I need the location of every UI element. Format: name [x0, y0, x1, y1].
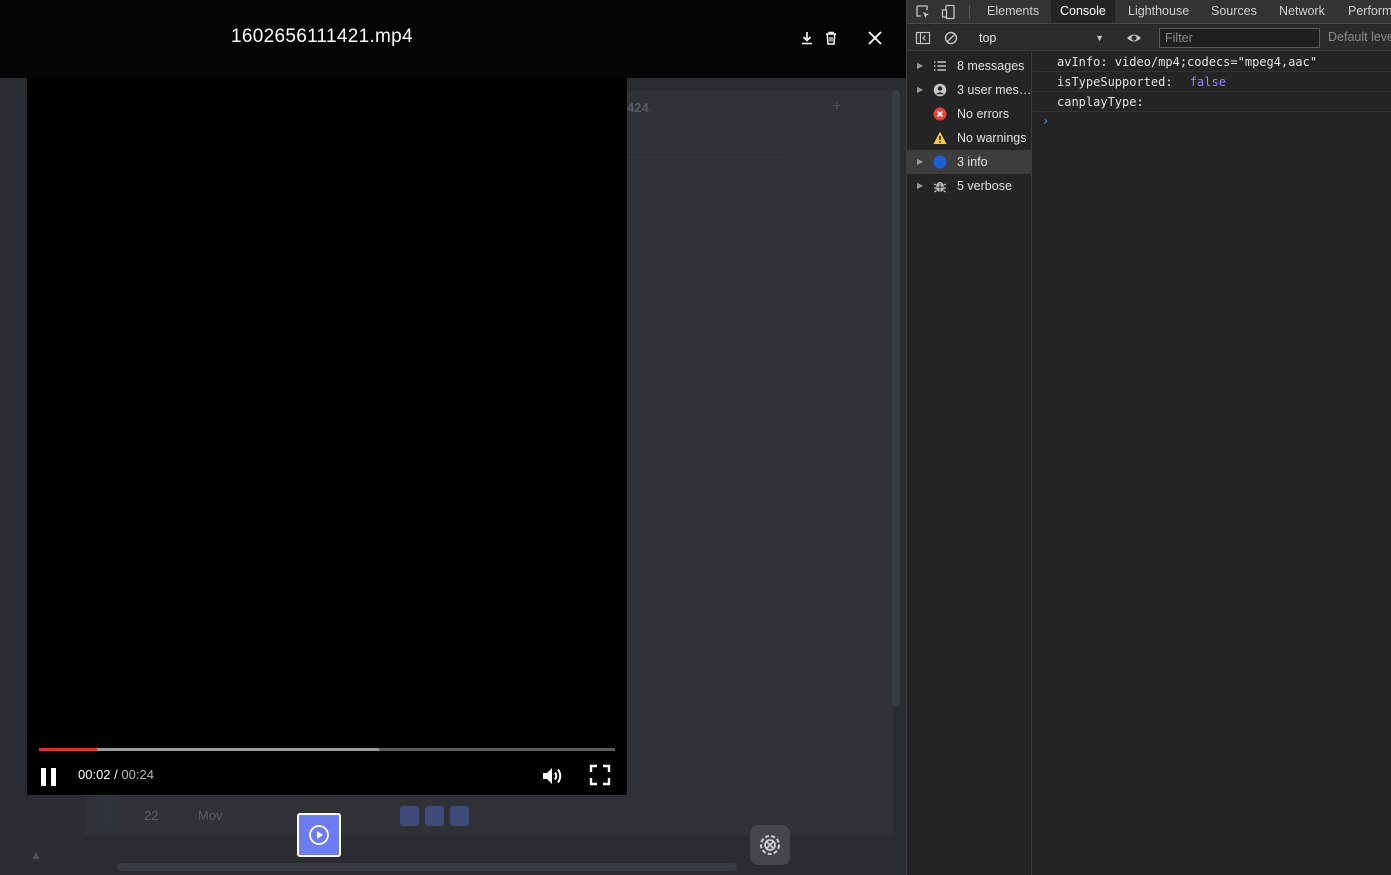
expand-arrow-icon: ▶ — [917, 181, 924, 190]
background-row — [627, 574, 787, 604]
device-toolbar-icon[interactable] — [941, 4, 957, 20]
pause-icon — [41, 768, 56, 786]
console-message: canplayType: — [1033, 92, 1391, 112]
video-thumbnail[interactable] — [297, 813, 341, 857]
user-icon: ▲ — [30, 848, 42, 862]
settings-icon — [760, 835, 780, 855]
console-message-text: canplayType: — [1057, 95, 1144, 109]
time-display: 00:02 / 00:24 — [78, 767, 154, 782]
background-row — [627, 510, 787, 540]
bug-icon — [933, 182, 947, 193]
pause-button[interactable] — [39, 766, 59, 788]
download-icon — [802, 32, 812, 45]
sidebar-item-label: No errors — [957, 107, 1010, 121]
console-sidebar: ▶ 8 messages ▶ 3 user mes… No errors No … — [907, 52, 1032, 875]
background-cell — [98, 795, 118, 830]
expand-arrow-icon: ▶ — [917, 85, 924, 94]
file-icon — [425, 806, 444, 826]
vertical-scrollbar[interactable] — [892, 90, 900, 706]
sidebar-item-warnings[interactable]: No warnings — [907, 126, 1032, 150]
row-number: 22 — [144, 808, 159, 823]
trash-icon — [826, 31, 836, 45]
devtools-panel: Elements Console Lighthouse Sources Netw… — [906, 0, 1391, 875]
duration: 00:24 — [121, 767, 154, 782]
time-separator: / — [110, 767, 122, 782]
sidebar-item-verbose[interactable]: ▶ 5 verbose — [907, 174, 1032, 198]
user-icon — [933, 83, 947, 97]
delete-button[interactable] — [821, 28, 841, 48]
sidebar-item-user-messages[interactable]: ▶ 3 user mes… — [907, 78, 1032, 102]
played-bar — [39, 748, 97, 751]
error-icon — [933, 107, 947, 121]
console-output: avInfo: video/mp4;codecs="mpeg4,aac" isT… — [1033, 52, 1391, 875]
expand-arrow-icon: ▶ — [917, 61, 924, 70]
sidebar-item-info[interactable]: ▶ 3 info — [907, 150, 1032, 174]
toolbar-divider — [969, 5, 970, 19]
current-time: 00:02 — [78, 767, 111, 782]
background-row — [627, 702, 787, 732]
floating-action-button[interactable] — [750, 825, 790, 865]
info-icon — [933, 155, 947, 169]
background-row — [627, 254, 787, 284]
row-text: Mov — [198, 808, 223, 823]
list-icon — [934, 61, 946, 71]
close-icon — [868, 31, 882, 45]
background-row — [627, 766, 787, 796]
add-icon: + — [832, 98, 842, 115]
tab-performance[interactable]: Perform — [1339, 0, 1391, 23]
expand-arrow-icon: ▶ — [917, 157, 924, 166]
context-select[interactable]: top ▼ — [973, 29, 1108, 47]
sidebar-item-errors[interactable]: No errors — [907, 102, 1032, 126]
video-file-icon — [309, 825, 329, 845]
sidebar-item-label: No warnings — [957, 131, 1027, 145]
background-row — [627, 638, 787, 668]
volume-icon — [543, 768, 562, 784]
tab-network[interactable]: Network — [1270, 0, 1334, 23]
close-button[interactable] — [865, 28, 885, 48]
sidebar-item-messages[interactable]: ▶ 8 messages — [907, 54, 1032, 78]
background-row — [627, 128, 787, 158]
console-message-value: false — [1189, 75, 1226, 89]
console-message: avInfo: video/mp4;codecs="mpeg4,aac" — [1033, 52, 1391, 72]
progress-bar[interactable] — [39, 748, 615, 751]
horizontal-scrollbar[interactable] — [117, 863, 737, 871]
caret-down-icon: ▼ — [1095, 33, 1104, 43]
tab-console[interactable]: Console — [1051, 0, 1115, 23]
background-row — [627, 382, 787, 412]
background-number: 424 — [627, 100, 649, 115]
video-player[interactable]: 00:02 / 00:24 — [27, 78, 627, 795]
console-message-text: avInfo: video/mp4;codecs="mpeg4,aac" — [1057, 55, 1318, 69]
background-row — [627, 318, 787, 348]
file-name-title: 1602656111421.mp4 — [231, 26, 413, 47]
eye-icon[interactable] — [1126, 30, 1142, 46]
tab-elements[interactable]: Elements — [978, 0, 1048, 23]
fullscreen-button[interactable] — [589, 764, 611, 786]
fullscreen-icon — [589, 764, 611, 786]
console-message: isTypeSupported: false — [1033, 72, 1391, 92]
console-toolbar: top ▼ Default levels — [907, 25, 1391, 51]
inspect-element-icon[interactable] — [915, 4, 931, 20]
sidebar-item-label: 3 info — [957, 155, 988, 169]
volume-button[interactable] — [541, 764, 565, 788]
log-levels-dropdown[interactable]: Default levels — [1328, 30, 1391, 44]
file-icon — [400, 806, 419, 826]
download-button[interactable] — [797, 28, 817, 48]
sidebar-item-label: 3 user mes… — [957, 83, 1032, 97]
background-row — [627, 446, 787, 476]
file-icon — [450, 806, 469, 826]
tab-sources[interactable]: Sources — [1202, 0, 1266, 23]
context-value: top — [979, 31, 997, 45]
background-row — [627, 190, 787, 220]
console-message-text: isTypeSupported: — [1057, 75, 1180, 89]
tab-lighthouse[interactable]: Lighthouse — [1119, 0, 1198, 23]
sidebar-item-label: 8 messages — [957, 59, 1025, 73]
viewer-header: 1602656111421.mp4 — [0, 0, 906, 78]
warning-icon — [933, 131, 947, 144]
sidebar-toggle-icon[interactable] — [915, 30, 931, 46]
devtools-tab-bar: Elements Console Lighthouse Sources Netw… — [907, 0, 1391, 24]
clear-console-icon[interactable] — [943, 30, 959, 46]
filter-input[interactable] — [1159, 28, 1320, 48]
sidebar-item-label: 5 verbose — [957, 179, 1012, 193]
console-prompt[interactable]: › — [1042, 114, 1049, 128]
